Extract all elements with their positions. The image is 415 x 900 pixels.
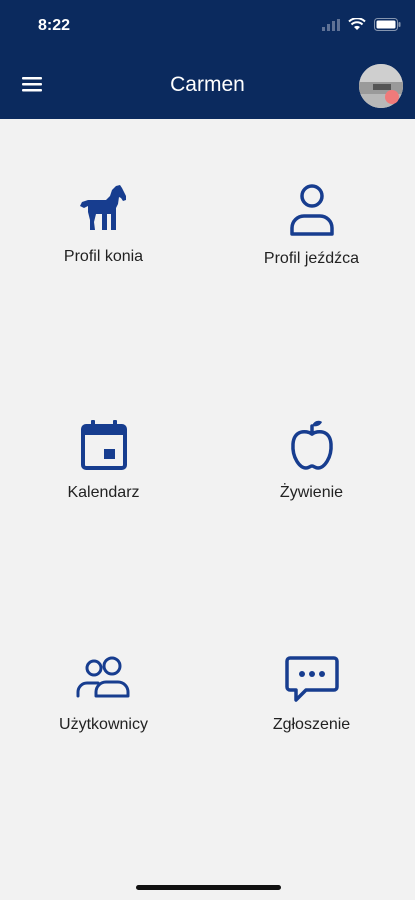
status-time: 8:22: [38, 17, 71, 34]
tile-report[interactable]: Zgłoszenie: [208, 654, 415, 734]
tile-label: Użytkownicy: [59, 716, 148, 733]
person-icon: [289, 184, 334, 236]
status-icons: [322, 17, 401, 36]
tile-label: Kalendarz: [67, 484, 140, 501]
tile-calendar[interactable]: Kalendarz: [0, 418, 207, 502]
tile-users[interactable]: Użytkownicy: [0, 654, 207, 734]
battery-icon: [374, 18, 401, 36]
tile-label: Żywienie: [279, 484, 344, 501]
tile-label: Zgłoszenie: [272, 716, 351, 733]
avatar-status-dot: [385, 90, 399, 104]
page-title: Carmen: [170, 73, 245, 96]
tile-label: Profil jeźdźca: [263, 250, 360, 267]
chat-icon: [284, 656, 339, 702]
apple-icon: [290, 420, 333, 470]
users-icon: [76, 656, 129, 698]
tile-nutrition[interactable]: Żywienie: [208, 418, 415, 502]
signal-icon: [322, 18, 340, 36]
calendar-icon: [80, 420, 127, 470]
home-indicator: [136, 885, 281, 890]
horse-icon: [79, 185, 126, 230]
tile-rider-profile[interactable]: Profil jeźdźca: [208, 182, 415, 268]
tile-label: Profil konia: [63, 248, 144, 265]
wifi-icon: [348, 17, 366, 36]
app-header: 8:22 Carmen: [0, 0, 415, 119]
tile-horse-profile[interactable]: Profil konia: [0, 182, 207, 266]
